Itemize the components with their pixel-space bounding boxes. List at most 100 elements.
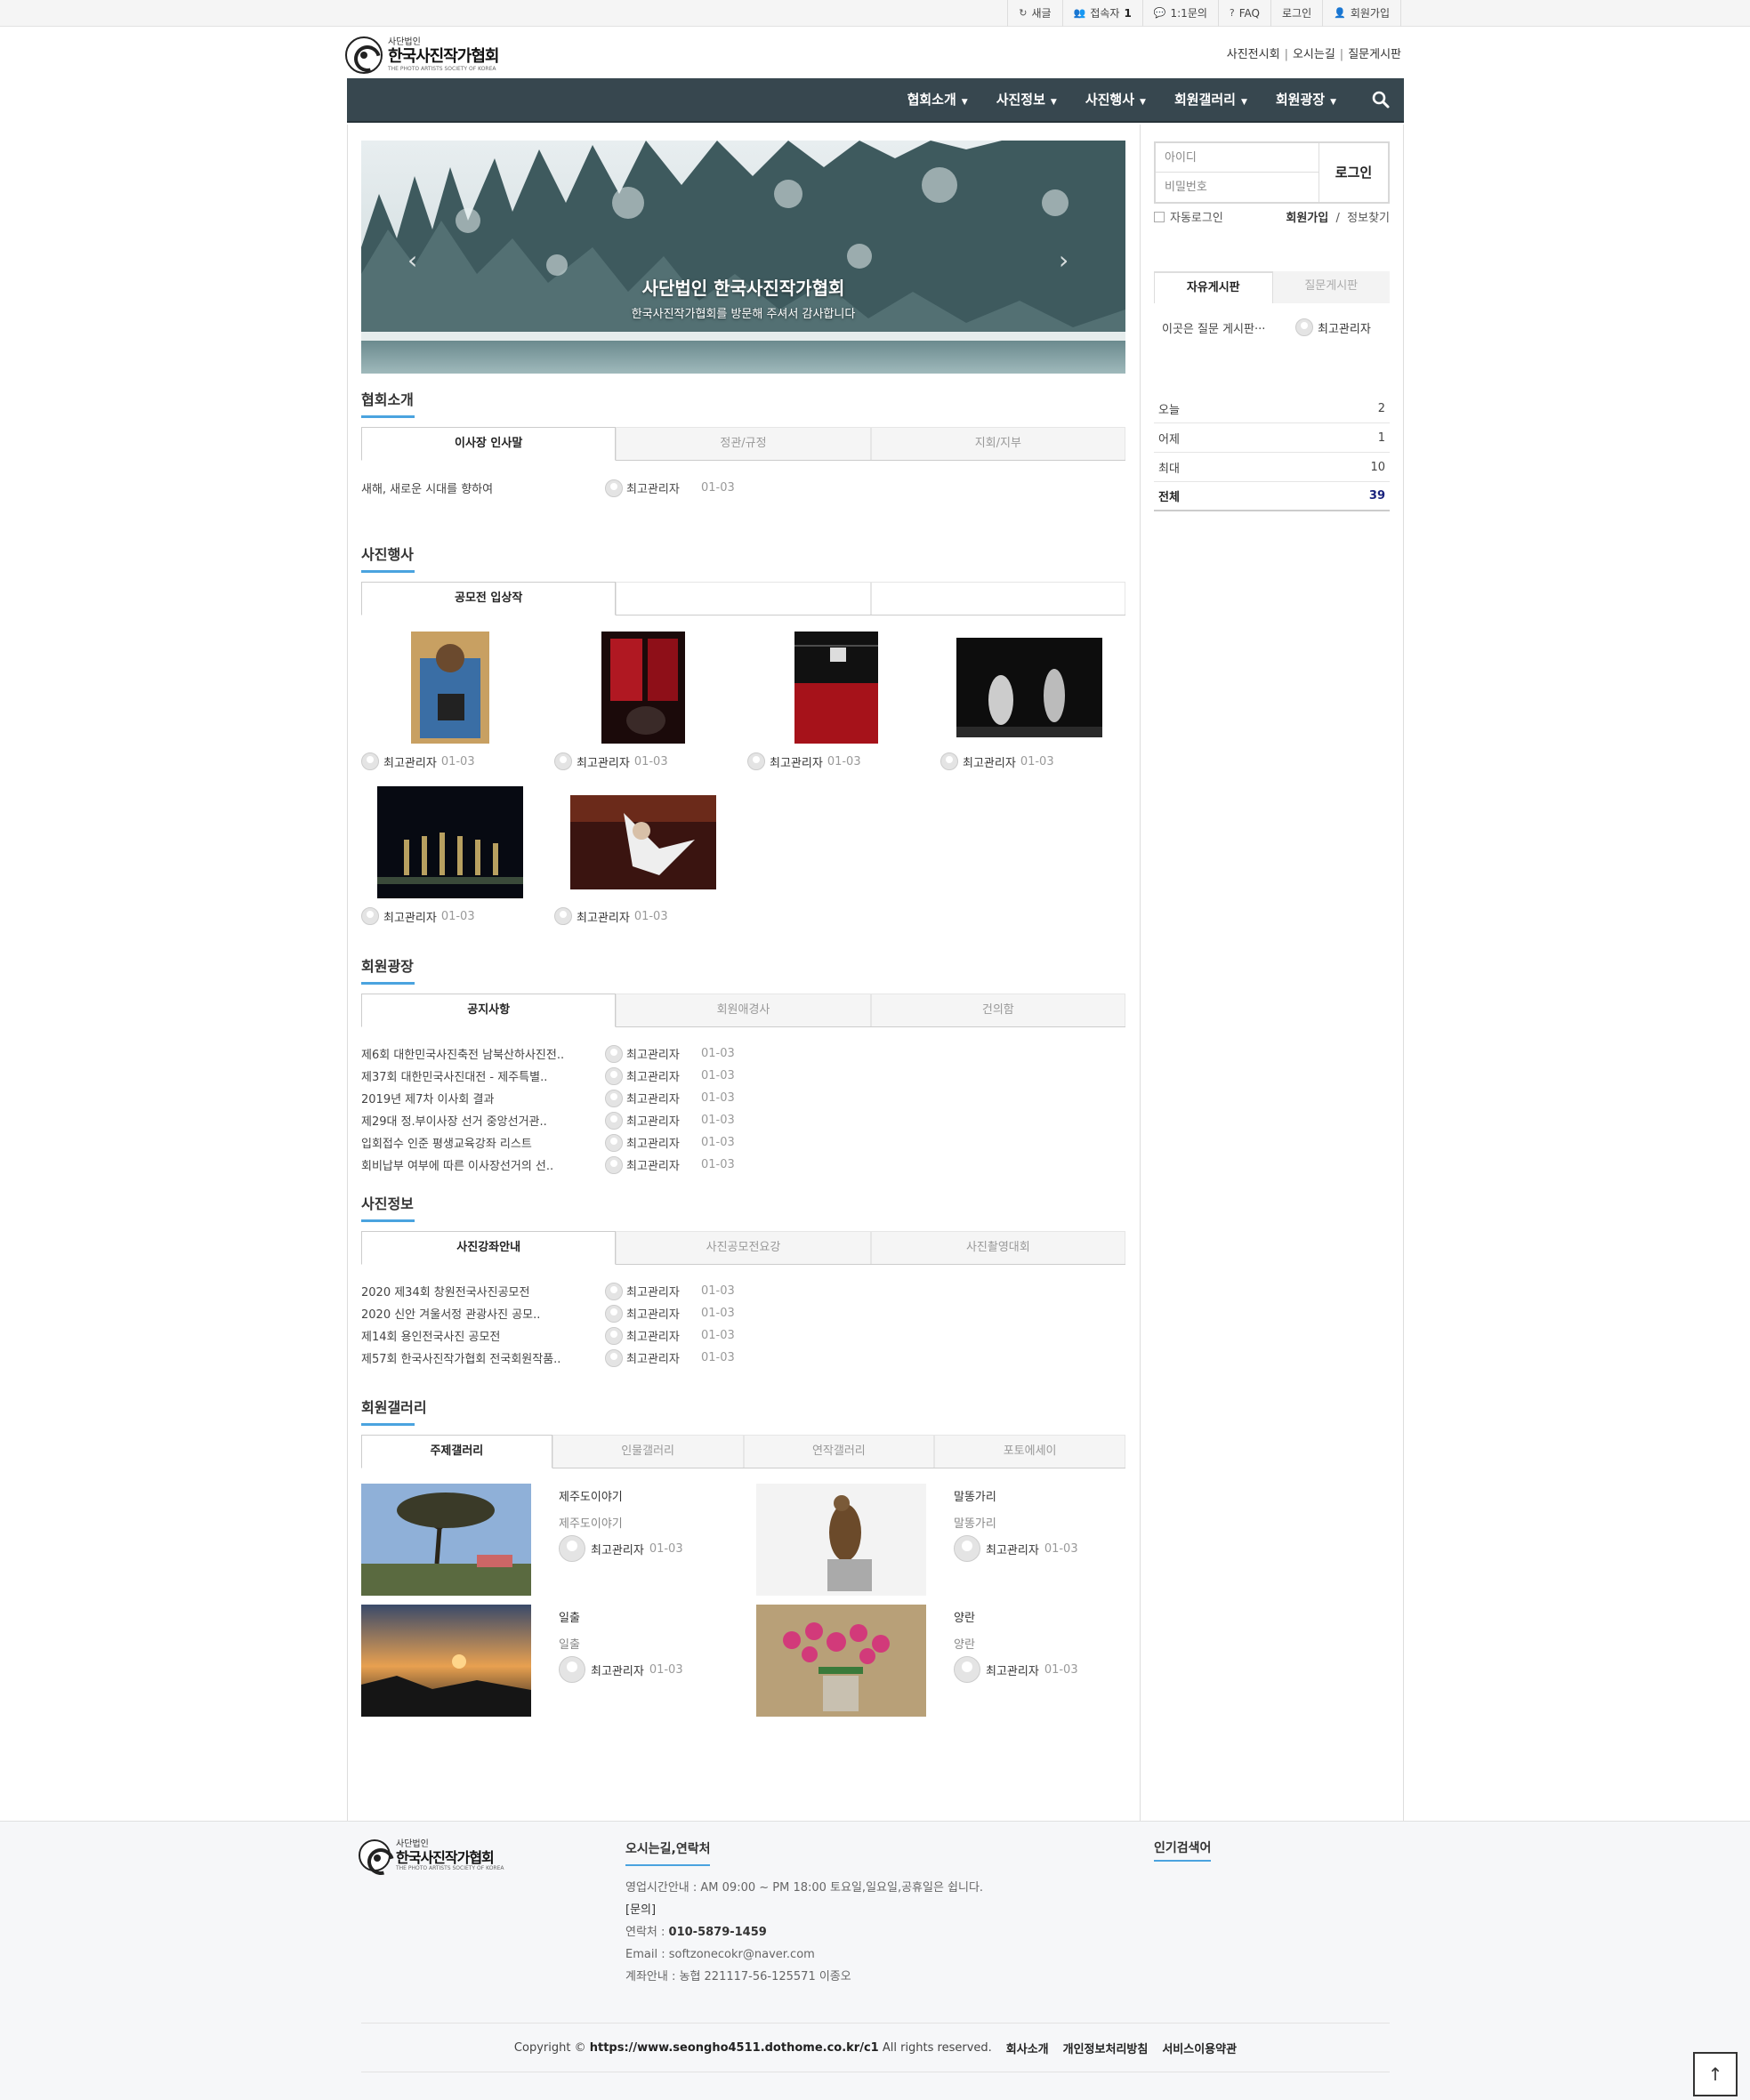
photo-thumbnail	[377, 786, 523, 898]
photo-card[interactable]: 최고관리자 01-03	[361, 784, 539, 925]
nav-about[interactable]: 협회소개 ▼	[893, 78, 982, 121]
register-link[interactable]: 👤 회원가입	[1323, 0, 1401, 27]
avatar	[747, 752, 765, 770]
nav-photo-info[interactable]: 사진정보 ▼	[982, 78, 1071, 121]
join-link[interactable]: 회원가입	[1286, 212, 1328, 225]
photo-card[interactable]: 최고관리자 01-03	[361, 630, 539, 770]
photo-card[interactable]: 최고관리자 01-03	[940, 630, 1118, 770]
gallery-card[interactable]: 양란 양란 최고관리자 01-03	[756, 1605, 1148, 1717]
tab-chairman-greeting[interactable]: 이사장 인사말	[361, 427, 617, 461]
nav-member-plaza[interactable]: 회원광장 ▼	[1262, 78, 1351, 121]
tab-lessons[interactable]: 사진강좌안내	[361, 1231, 617, 1265]
tab-series-gallery[interactable]: 연작갤러리	[743, 1435, 935, 1468]
gallery-desc: 제주도이야기	[559, 1517, 623, 1531]
banner-next-arrow[interactable]: ›	[1059, 245, 1069, 275]
list-item[interactable]: 입회접수 인준 평생교육강좌 리스트 최고관리자 01-03	[361, 1131, 806, 1154]
side-board-tabs: 자유게시판 질문게시판	[1154, 271, 1390, 303]
auto-login-checkbox[interactable]	[1154, 211, 1165, 222]
site-logo[interactable]: 사단법인 한국사진작가협회 THE PHOTO ARTISTS SOCIETY …	[345, 34, 523, 76]
about-tabs: 이사장 인사말 정관/규정 지회/지부	[361, 427, 1125, 461]
tab-notices[interactable]: 공지사항	[361, 994, 617, 1027]
avatar	[605, 1133, 623, 1152]
list-item[interactable]: 2020 제34회 창원전국사진공모전 최고관리자 01-03	[361, 1280, 806, 1302]
id-input[interactable]: 아이디	[1156, 143, 1320, 173]
online-users-link[interactable]: 👥 접속자 1	[1063, 0, 1143, 27]
find-account-link[interactable]: 정보찾기	[1347, 212, 1390, 225]
tab-bylaws[interactable]: 정관/규정	[616, 427, 871, 460]
caret-down-icon: ▼	[1140, 98, 1146, 107]
gallery-title: 일출	[559, 1612, 580, 1625]
society-emblem-icon	[359, 1839, 391, 1872]
tab-portrait-gallery[interactable]: 인물갤러리	[552, 1435, 744, 1468]
footer-logo[interactable]: 사단법인 한국사진작가협회 THE PHOTO ARTISTS SOCIETY …	[359, 1839, 504, 1872]
logo-english: THE PHOTO ARTISTS SOCIETY OF KOREA	[388, 65, 496, 72]
hero-banner[interactable]: ‹ › 사단법인 한국사진작가협회 한국사진작가협회를 방문해 주셔서 감사합니…	[361, 141, 1125, 374]
photo-card[interactable]: 최고관리자 01-03	[747, 630, 925, 770]
question-icon: ?	[1229, 7, 1235, 19]
tab-branches[interactable]: 지회/지부	[870, 427, 1125, 460]
tab-question-board[interactable]: 질문게시판	[1273, 271, 1391, 303]
events-tabs: 공모전 입상작	[361, 582, 1125, 616]
side-board-post[interactable]: 이곳은 질문 게시판··· 최고관리자	[1162, 318, 1384, 336]
password-input[interactable]: 비밀번호	[1156, 173, 1320, 202]
tab-suggestions[interactable]: 건의함	[870, 994, 1125, 1026]
avatar	[605, 1282, 623, 1300]
company-info-link[interactable]: 회사소개	[1006, 2040, 1049, 2056]
section-title-plaza: 회원광장	[361, 954, 415, 985]
main-navigation: 협회소개 ▼ 사진정보 ▼ 사진행사 ▼ 회원갤러리 ▼ 회원광장 ▼	[347, 78, 1404, 123]
gallery-title: 말똥가리	[954, 1491, 996, 1504]
list-item[interactable]: 2020 신안 겨울서정 관광사진 공모.. 최고관리자 01-03	[361, 1302, 806, 1324]
list-item[interactable]: 새해, 새로운 시대를 향하여 최고관리자 01-03	[361, 477, 806, 499]
tab-events-2[interactable]	[616, 582, 871, 615]
privacy-policy-link[interactable]: 개인정보처리방침	[1063, 2040, 1149, 2056]
tab-photo-essay[interactable]: 포토에세이	[934, 1435, 1125, 1468]
list-item[interactable]: 제14회 용인전국사진 공모전 최고관리자 01-03	[361, 1324, 806, 1347]
stat-total: 전체 39	[1154, 482, 1390, 511]
nav-photo-events[interactable]: 사진행사 ▼	[1071, 78, 1160, 121]
exhibition-link[interactable]: 사진전시회	[1227, 48, 1280, 61]
chat-icon: 💬	[1153, 7, 1166, 19]
plaza-tabs: 공지사항 회원애경사 건의함	[361, 994, 1125, 1027]
photo-thumbnail	[794, 632, 878, 744]
winter-forest-image	[361, 141, 1125, 374]
avatar	[605, 479, 623, 497]
tab-shooting-contest[interactable]: 사진촬영대회	[870, 1231, 1125, 1264]
banner-title: 사단법인 한국사진작가협회	[641, 278, 845, 299]
faq-link[interactable]: ? FAQ	[1219, 0, 1271, 27]
login-box: 아이디 비밀번호 로그인	[1154, 141, 1390, 204]
search-icon[interactable]	[1370, 89, 1391, 110]
list-item[interactable]: 2019년 제7차 이사회 결과 최고관리자 01-03	[361, 1087, 806, 1109]
photo-card[interactable]: 최고관리자 01-03	[554, 630, 732, 770]
gallery-thumbnail	[361, 1605, 531, 1717]
tab-contest-guide[interactable]: 사진공모전요강	[616, 1231, 871, 1264]
list-item[interactable]: 제57회 한국사진작가협회 전국회원작품.. 최고관리자 01-03	[361, 1347, 806, 1369]
banner-prev-arrow[interactable]: ‹	[407, 245, 417, 275]
qna-link[interactable]: 질문게시판	[1348, 48, 1401, 61]
inquiry-link[interactable]: 💬 1:1문의	[1143, 0, 1219, 27]
avatar	[605, 1304, 623, 1323]
gallery-card[interactable]: 말똥가리 말똥가리 최고관리자 01-03	[756, 1484, 1148, 1596]
login-link[interactable]: 로그인	[1271, 0, 1324, 27]
nav-member-gallery[interactable]: 회원갤러리 ▼	[1160, 78, 1262, 121]
gallery-card[interactable]: 일출 일출 최고관리자 01-03	[361, 1605, 753, 1717]
list-item[interactable]: 회비납부 여부에 따른 이사장선거의 선.. 최고관리자 01-03	[361, 1154, 806, 1176]
scroll-top-button[interactable]: ↑	[1693, 2052, 1738, 2096]
login-button[interactable]: 로그인	[1319, 143, 1388, 202]
section-title-gallery: 회원갤러리	[361, 1396, 427, 1426]
terms-link[interactable]: 서비스이용약관	[1162, 2040, 1237, 2056]
refresh-icon: ↻	[1019, 7, 1028, 19]
avatar	[605, 1348, 623, 1367]
new-posts-link[interactable]: ↻ 새글	[1008, 0, 1063, 27]
list-item[interactable]: 제37회 대한민국사진대전 - 제주특별.. 최고관리자 01-03	[361, 1065, 806, 1087]
directions-link[interactable]: 오시는길	[1293, 48, 1335, 61]
tab-events-3[interactable]	[870, 582, 1125, 615]
list-item[interactable]: 제6회 대한민국사진축전 남북산하사진전.. 최고관리자 01-03	[361, 1042, 806, 1065]
society-emblem-icon	[345, 36, 383, 74]
tab-free-board[interactable]: 자유게시판	[1154, 271, 1273, 303]
tab-contest-winners[interactable]: 공모전 입상작	[361, 582, 617, 616]
list-item[interactable]: 제29대 정.부이사장 선거 중앙선거관.. 최고관리자 01-03	[361, 1109, 806, 1131]
photo-card[interactable]: 최고관리자 01-03	[554, 784, 732, 925]
gallery-card[interactable]: 제주도이야기 제주도이야기 최고관리자 01-03	[361, 1484, 753, 1596]
tab-theme-gallery[interactable]: 주제갤러리	[361, 1435, 552, 1468]
tab-member-events[interactable]: 회원애경사	[616, 994, 871, 1026]
